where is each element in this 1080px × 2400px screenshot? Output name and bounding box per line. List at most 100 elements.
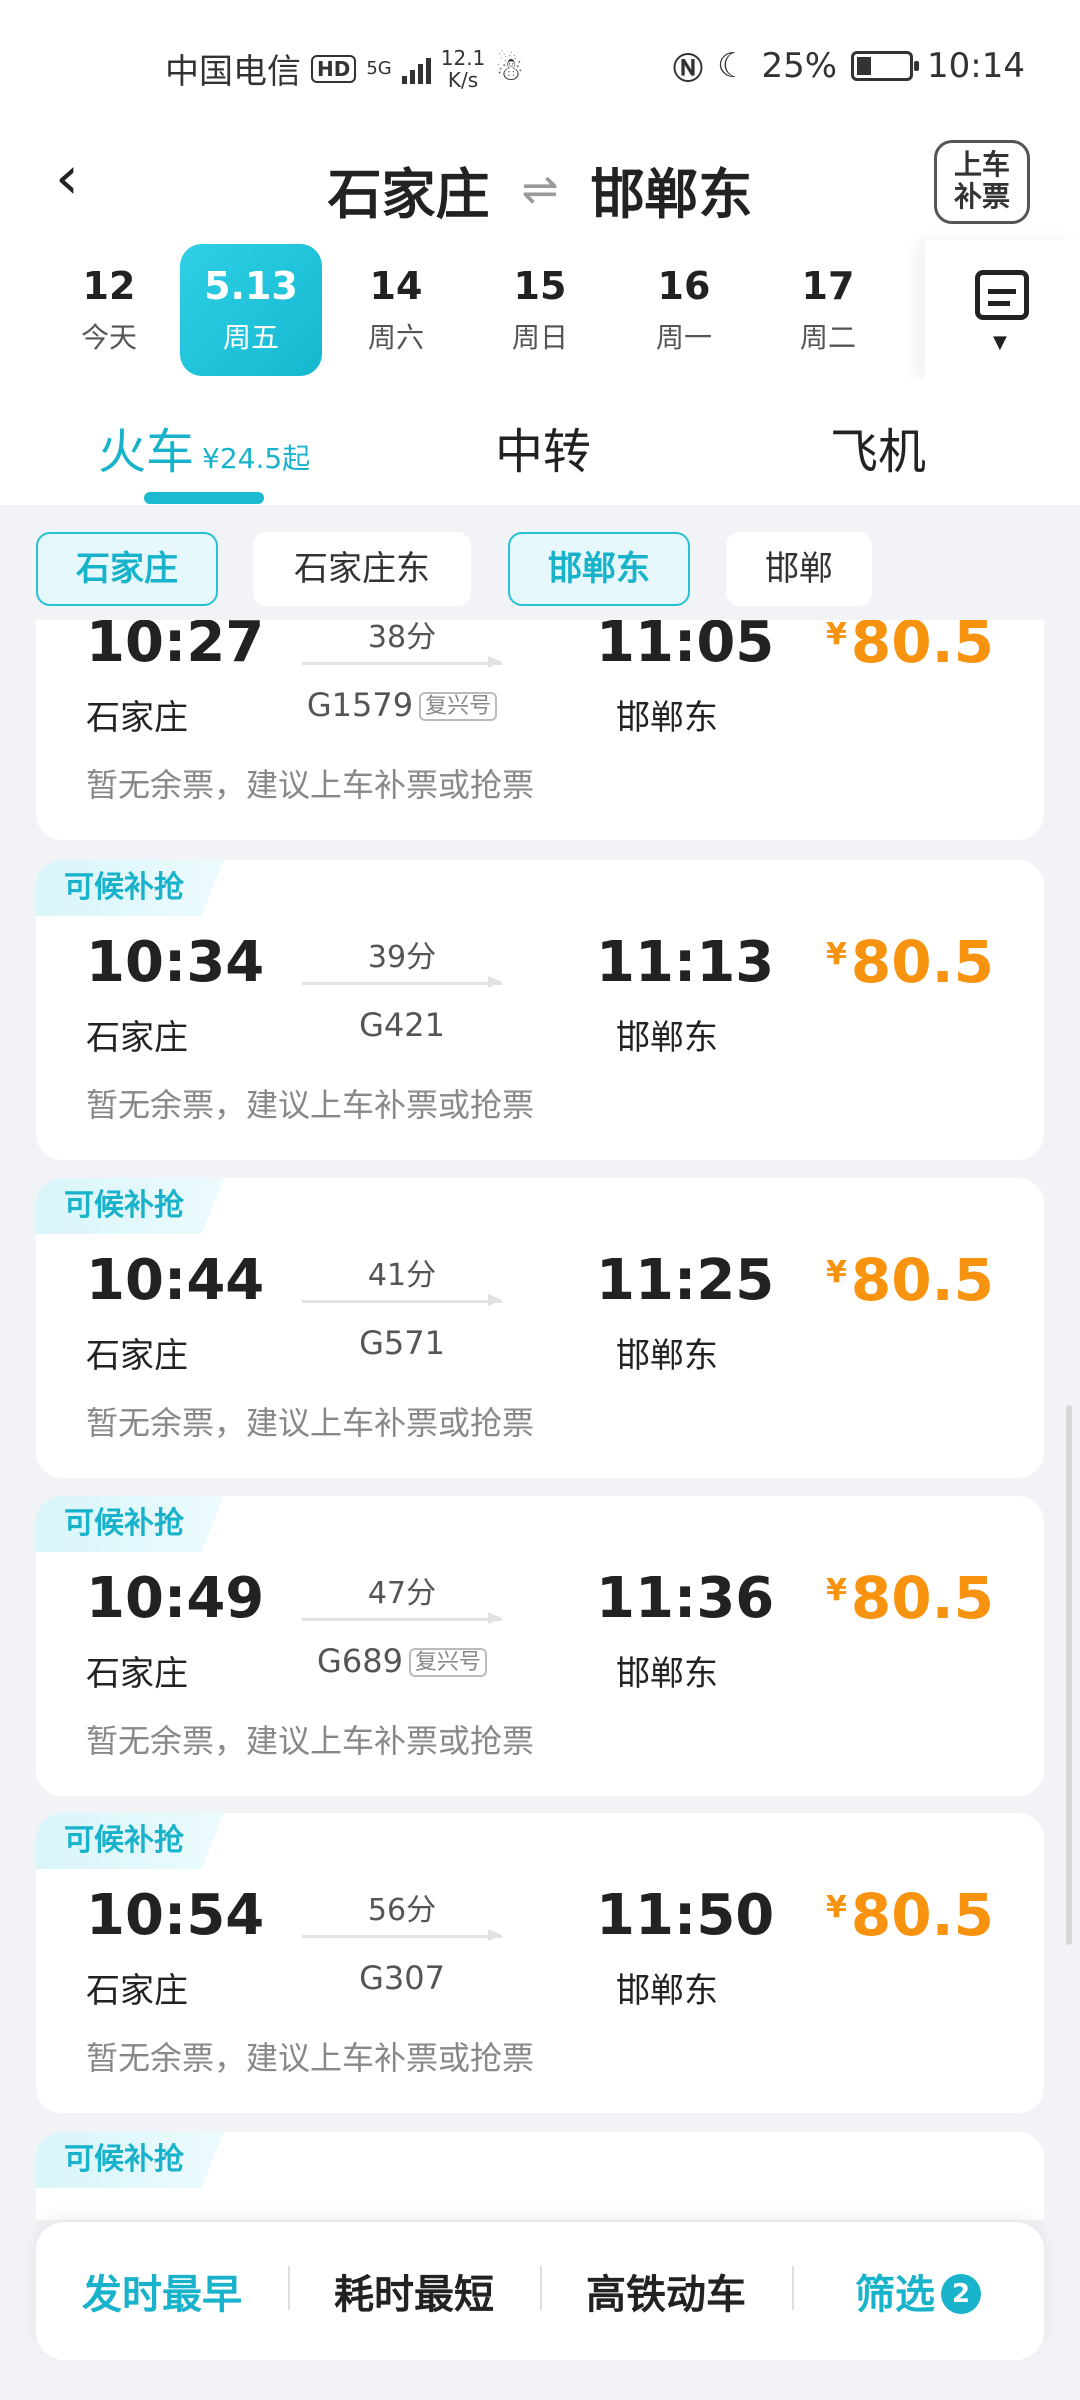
train-list: 10:27 石家庄 38分 G1579 复兴号 11:05 邯郸东 ¥80.5 暂… — [0, 620, 1080, 2220]
tab-train[interactable]: 火车 ¥24.5起 — [98, 412, 310, 482]
net-speed-unit: K/s — [447, 67, 479, 92]
date-item[interactable]: 16 周一 — [613, 244, 755, 376]
arrival-time: 11:50 — [596, 1883, 775, 1948]
date-item[interactable]: 14 周六 — [325, 244, 467, 376]
status-left: 中国电信 HD 5G 12.1 K/s ☃ — [165, 44, 524, 93]
to-station[interactable]: 邯郸东 — [590, 150, 752, 229]
arrival-station: 邯郸东 — [616, 1654, 718, 1694]
duration: 47分 — [367, 1576, 437, 1611]
hd-icon: HD — [311, 54, 357, 83]
train-card[interactable]: 可候补抢 10:34 石家庄 39分 G421 11:13 邯郸东 ¥80.5 … — [36, 860, 1044, 1160]
availability-hint: 暂无余票，建议上车补票或抢票 — [86, 1404, 535, 1442]
filter-count-badge: 2 — [941, 2274, 981, 2314]
waitlist-badge: 可候补抢 — [36, 1496, 224, 1552]
arrow-icon — [302, 1294, 502, 1306]
date-day: 15 — [513, 264, 567, 308]
caret-down-icon: ▼ — [993, 332, 1007, 353]
availability-hint: 暂无余票，建议上车补票或抢票 — [86, 1086, 535, 1124]
date-item[interactable]: 17 周二 — [757, 244, 899, 376]
price-value: 80.5 — [850, 1564, 994, 1632]
train-number-text: G1579 — [306, 686, 414, 724]
arrow-icon — [302, 976, 502, 988]
sort-earliest-button[interactable]: 发时最早 — [36, 2262, 288, 2320]
price: ¥80.5 — [826, 928, 994, 996]
departure-station: 石家庄 — [86, 1971, 188, 2011]
net-speed-value: 12.1 — [440, 45, 486, 70]
currency-symbol: ¥ — [826, 1255, 847, 1290]
date-day: 14 — [369, 264, 423, 308]
arrival-station: 邯郸东 — [616, 1018, 718, 1058]
tab-flight[interactable]: 飞机 — [830, 412, 926, 482]
price-value: 80.5 — [850, 928, 994, 996]
tab-transfer[interactable]: 中转 — [495, 412, 591, 482]
train-number: G1579 复兴号 — [282, 686, 522, 724]
departure-station: 石家庄 — [86, 1336, 188, 1376]
mode-tabs: 火车 ¥24.5起 中转 飞机 — [0, 380, 1080, 505]
date-item[interactable]: 15 周日 — [469, 244, 611, 376]
arrival-time: 11:05 — [596, 620, 775, 675]
fuxinghao-tag: 复兴号 — [419, 692, 498, 721]
sort-filter-bar: 发时最早 耗时最短 高铁动车 筛选 2 — [36, 2222, 1044, 2360]
price-value: 80.5 — [850, 1881, 994, 1949]
price: ¥80.5 — [826, 1881, 994, 1949]
date-item[interactable]: 12 今天 — [38, 244, 180, 376]
departure-time: 10:49 — [86, 1566, 265, 1631]
from-station[interactable]: 石家庄 — [328, 150, 490, 229]
date-week: 今天 — [80, 321, 137, 354]
nfc-icon: Ⓝ — [672, 52, 703, 87]
arrival-station: 邯郸东 — [616, 1971, 718, 2011]
train-number: G421 — [359, 1006, 445, 1044]
currency-symbol: ¥ — [826, 1573, 847, 1608]
waitlist-badge: 可候补抢 — [36, 2132, 224, 2188]
train-card[interactable]: 可候补抢 10:44 石家庄 41分 G571 11:25 邯郸东 ¥80.5 … — [36, 1178, 1044, 1478]
departure-station: 石家庄 — [86, 698, 188, 738]
arrival-station: 邯郸东 — [616, 1336, 718, 1376]
departure-station: 石家庄 — [86, 1018, 188, 1058]
status-bar: 中国电信 HD 5G 12.1 K/s ☃ Ⓝ ☾ 25% 10:14 — [0, 0, 1080, 130]
station-chip[interactable]: 石家庄东 — [253, 532, 471, 606]
signal-icon — [401, 54, 431, 84]
scrollbar[interactable] — [1066, 1405, 1072, 1945]
date-item-selected[interactable]: 5.13 周五 — [180, 244, 322, 376]
arrow-icon — [302, 1612, 502, 1624]
date-week: 周六 — [367, 321, 424, 354]
calendar-icon — [975, 270, 1029, 320]
arrival-time: 11:13 — [596, 930, 775, 995]
availability-hint: 暂无余票，建议上车补票或抢票 — [86, 766, 535, 804]
train-number-text: G689 — [317, 1642, 403, 1680]
tab-train-min-price: ¥24.5起 — [202, 442, 311, 475]
date-day: 16 — [657, 264, 711, 308]
calendar-button[interactable]: ▼ — [925, 240, 1080, 380]
network-type: 5G — [366, 57, 392, 79]
sort-shortest-button[interactable]: 耗时最短 — [288, 2262, 540, 2320]
arrival-station: 邯郸东 — [616, 698, 718, 738]
train-card[interactable]: 可候补抢 10:54 石家庄 56分 G307 11:50 邯郸东 ¥80.5 … — [36, 1813, 1044, 2113]
departure-time: 10:54 — [86, 1883, 265, 1948]
station-chip[interactable]: 邯郸 — [726, 532, 872, 606]
duration: 56分 — [367, 1893, 437, 1928]
train-card[interactable]: 可候补抢 — [36, 2132, 1044, 2220]
onboard-ticket-line2: 补票 — [953, 180, 1010, 213]
departure-time: 10:44 — [86, 1248, 265, 1313]
price-value: 80.5 — [850, 1246, 994, 1314]
departure-time: 10:27 — [86, 620, 265, 675]
highspeed-filter-button[interactable]: 高铁动车 — [540, 2262, 792, 2320]
clock: 10:14 — [927, 46, 1025, 86]
fuxinghao-tag: 复兴号 — [408, 1648, 487, 1677]
moon-icon: ☾ — [716, 46, 748, 86]
train-number: G307 — [359, 1959, 445, 1997]
train-card[interactable]: 可候补抢 10:49 石家庄 47分 G689 复兴号 11:36 邯郸东 ¥80… — [36, 1496, 1044, 1796]
station-chip-selected[interactable]: 邯郸东 — [508, 532, 690, 606]
swap-icon[interactable]: ⇌ — [522, 164, 559, 215]
station-chip-selected[interactable]: 石家庄 — [36, 532, 218, 606]
train-card[interactable]: 10:27 石家庄 38分 G1579 复兴号 11:05 邯郸东 ¥80.5 暂… — [36, 620, 1044, 840]
date-week: 周一 — [655, 321, 712, 354]
battery-icon — [851, 51, 920, 81]
onboard-ticket-button[interactable]: 上车 补票 — [934, 140, 1030, 224]
date-week: 周二 — [799, 321, 856, 354]
station-filter-bar: 石家庄 石家庄东 邯郸东 邯郸 — [0, 512, 1080, 612]
price: ¥80.5 — [826, 620, 994, 676]
date-day: 12 — [82, 264, 136, 308]
arrow-icon — [302, 656, 502, 668]
filter-button[interactable]: 筛选 2 — [792, 2262, 1044, 2320]
